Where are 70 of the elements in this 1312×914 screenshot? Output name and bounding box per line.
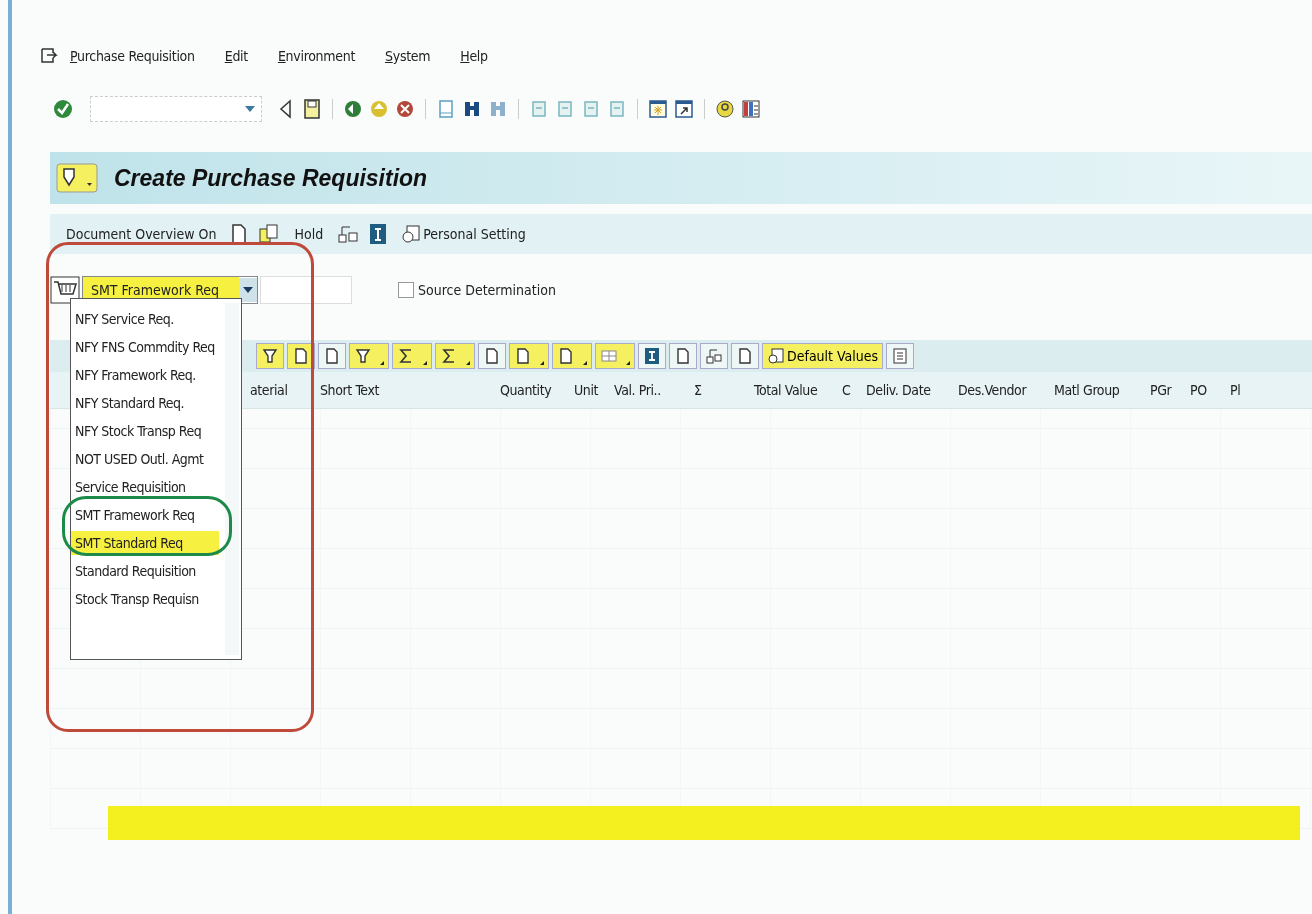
help-icon[interactable]: [715, 98, 735, 120]
menu-item[interactable]: Purchase Requisition: [70, 48, 195, 64]
hierarchy-icon[interactable]: [337, 223, 360, 245]
column-header[interactable]: Unit: [570, 382, 610, 398]
menu-icon[interactable]: [40, 47, 58, 65]
column-header[interactable]: aterial: [246, 382, 316, 398]
new-session-icon[interactable]: [648, 98, 668, 120]
enter-icon[interactable]: [52, 98, 74, 120]
menu-item[interactable]: Edit: [224, 48, 248, 64]
services-icon[interactable]: [56, 163, 98, 193]
dropdown-option[interactable]: NFY Standard Req.: [71, 391, 219, 415]
column-header[interactable]: Val. Pri..: [610, 382, 690, 398]
personal-setting-button[interactable]: Personal Setting: [397, 222, 530, 246]
cancel-icon[interactable]: [395, 98, 415, 120]
dropdown-option[interactable]: NOT USED Outl. Agmt: [71, 447, 219, 471]
dropdown-option[interactable]: SMT Framework Req: [71, 503, 219, 527]
menu-item[interactable]: Help: [460, 48, 488, 64]
document-icon[interactable]: [478, 343, 506, 369]
column-header[interactable]: Des.Vendor: [954, 382, 1050, 398]
info-icon[interactable]: [369, 223, 388, 245]
document-icon[interactable]: [318, 343, 346, 369]
dropdown-option[interactable]: NFY FNS Commdity Req: [71, 335, 219, 359]
column-header[interactable]: Quantity: [496, 382, 570, 398]
default-values-button[interactable]: Default Values: [762, 343, 884, 369]
sum-icon[interactable]: [435, 343, 475, 369]
column-header[interactable]: Total Value: [750, 382, 838, 398]
layout-icon[interactable]: [741, 98, 761, 120]
column-header[interactable]: Σ: [690, 382, 750, 398]
dropdown-option[interactable]: Service Requisition: [71, 475, 219, 499]
checkbox-label: Source Determination: [418, 282, 556, 298]
list-icon[interactable]: [886, 343, 915, 369]
window-title: Create Purchase Requisition: [114, 164, 428, 192]
funnel-icon[interactable]: [256, 343, 284, 369]
shortcut-icon[interactable]: [674, 98, 694, 120]
hold-button[interactable]: Hold: [290, 224, 328, 244]
info-icon[interactable]: [638, 343, 666, 369]
menu-item[interactable]: Environment: [277, 48, 356, 64]
dropdown-option[interactable]: Stock Transp Requisn: [71, 587, 219, 611]
column-header[interactable]: Short Text: [316, 382, 496, 398]
column-header[interactable]: Matl Group: [1050, 382, 1146, 398]
dropdown-option[interactable]: Standard Requisition: [71, 559, 219, 583]
dropdown-option[interactable]: NFY Stock Transp Req: [71, 419, 219, 443]
column-header[interactable]: C: [838, 382, 862, 398]
funnel-icon[interactable]: [349, 343, 389, 369]
column-header[interactable]: Deliv. Date: [862, 382, 954, 398]
new-document-icon[interactable]: [230, 223, 249, 245]
hierarchy-icon[interactable]: [700, 343, 728, 369]
dropdown-option[interactable]: SMT Standard Req: [71, 531, 219, 555]
dropdown-option[interactable]: NFY Framework Req.: [71, 363, 219, 387]
document-icon[interactable]: [552, 343, 592, 369]
cart-icon[interactable]: [50, 276, 80, 304]
copy-document-icon[interactable]: [258, 223, 281, 245]
document-icon[interactable]: [509, 343, 549, 369]
document-icon: [767, 347, 785, 365]
scrollbar[interactable]: [225, 303, 239, 655]
dropdown-option[interactable]: NFY Service Req.: [71, 307, 219, 331]
document-icon[interactable]: [669, 343, 697, 369]
document-icon[interactable]: [731, 343, 759, 369]
input-field[interactable]: [260, 276, 352, 304]
command-field[interactable]: [90, 96, 262, 122]
column-header[interactable]: PGr: [1146, 382, 1186, 398]
column-header[interactable]: Pl: [1226, 382, 1266, 398]
save-icon[interactable]: [302, 98, 322, 120]
document-icon: [401, 224, 422, 244]
document-overview-button[interactable]: Document Overview On: [62, 224, 221, 244]
back-icon[interactable]: [343, 98, 363, 120]
sum-icon[interactable]: [392, 343, 432, 369]
column-header[interactable]: PO: [1186, 382, 1226, 398]
menu-item[interactable]: System: [385, 48, 431, 64]
checkbox[interactable]: [398, 282, 414, 298]
